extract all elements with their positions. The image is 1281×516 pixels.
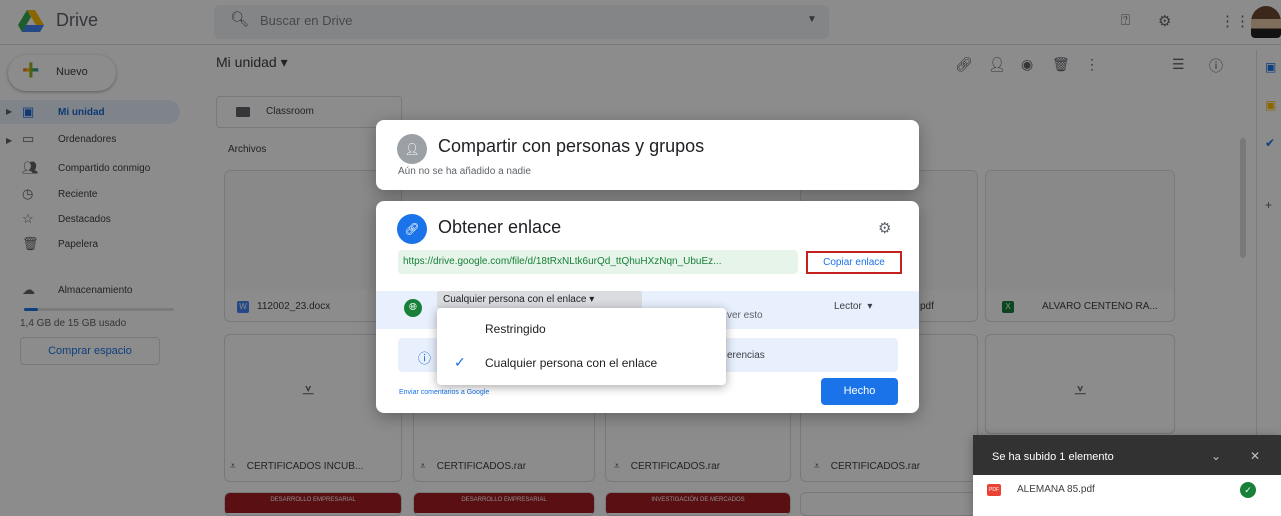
share-dialog-subtitle: Aún no se ha añadido a nadie	[398, 166, 531, 177]
add-person-icon: 👤︎	[397, 134, 427, 164]
info-banner-text[interactable]: erencias	[727, 350, 765, 361]
checkmark-icon: ✓	[454, 354, 466, 370]
menu-item-label[interactable]: Cualquier persona con el enlace	[485, 356, 657, 370]
settings-gear-icon[interactable]: ⚙	[878, 219, 891, 237]
share-dialog-title[interactable]: Compartir con personas y grupos	[438, 136, 704, 157]
uploaded-file-name[interactable]: ALEMANA 85.pdf	[1017, 484, 1095, 495]
feedback-link[interactable]: Enviar comentarios a Google	[399, 389, 489, 396]
menu-item-restricted[interactable]	[437, 316, 726, 346]
role-dropdown-value[interactable]: Lector	[834, 301, 862, 312]
get-link-title: Obtener enlace	[438, 217, 562, 237]
copy-link-button[interactable]: Copiar enlace	[806, 251, 902, 274]
role-dropdown[interactable]: Lector ▾	[834, 301, 872, 312]
done-button[interactable]: Hecho	[821, 378, 898, 405]
link-icon: 🔗︎	[397, 214, 427, 244]
globe-icon: 🌐︎	[404, 299, 422, 317]
access-dropdown-value[interactable]: Cualquier persona con el enlace	[443, 294, 586, 305]
link-url-text[interactable]: https://drive.google.com/file/d/18tRxNLt…	[403, 256, 795, 267]
menu-item-label[interactable]: Restringido	[485, 322, 546, 336]
access-description: ver esto	[727, 310, 763, 321]
info-icon: ⓘ	[418, 351, 432, 366]
upload-toast-title: Se ha subido 1 elemento	[992, 451, 1114, 463]
upload-complete-check-icon: ✓	[1240, 482, 1256, 498]
close-icon[interactable]: ✕	[1250, 449, 1260, 463]
access-dropdown[interactable]: Cualquier persona con el enlace ▾	[437, 291, 642, 308]
pdf-file-icon: PDF	[987, 484, 1001, 496]
collapse-chevron-icon[interactable]: ⌄	[1211, 449, 1221, 463]
